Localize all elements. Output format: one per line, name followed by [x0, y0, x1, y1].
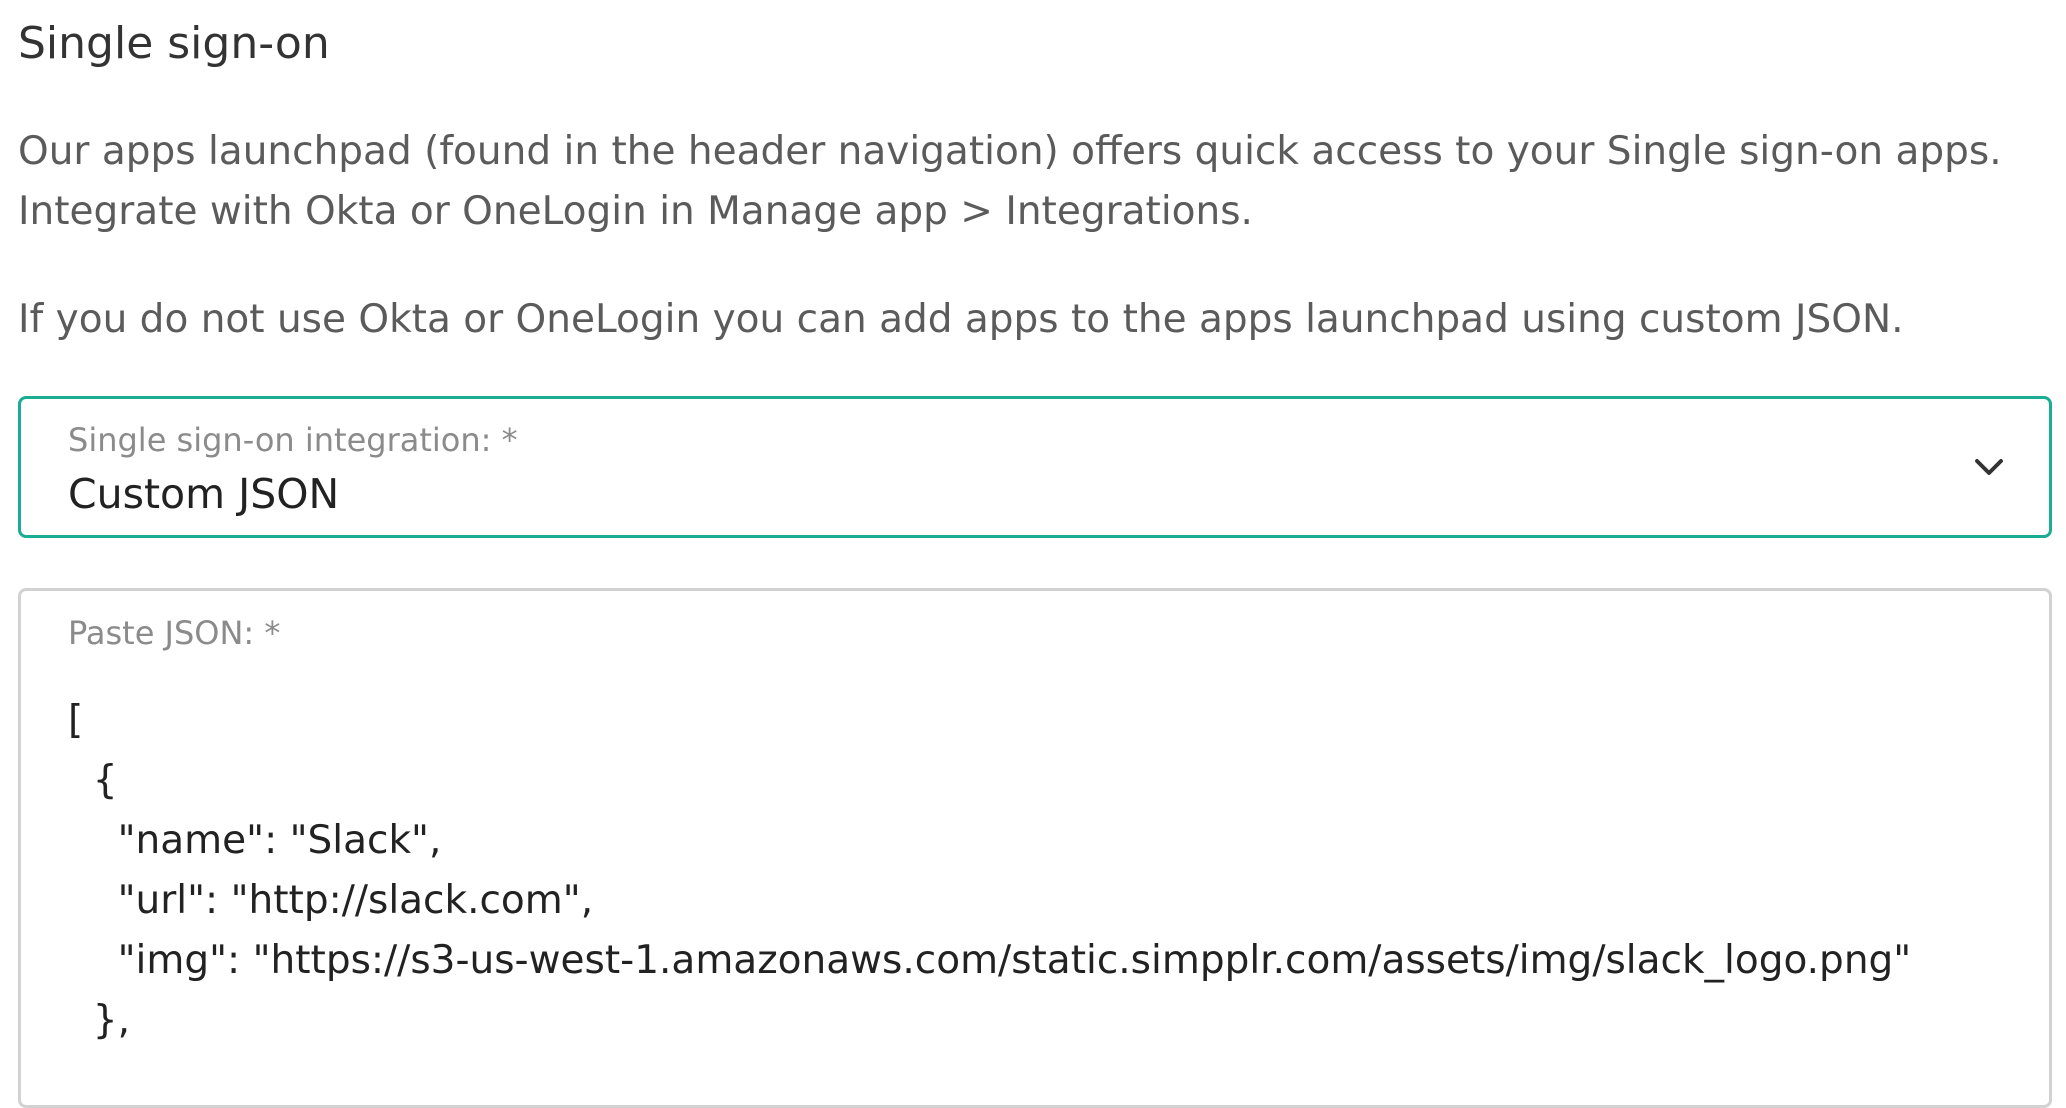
chevron-down-icon[interactable]: [1971, 449, 2007, 485]
json-line: [: [68, 698, 84, 743]
json-textarea-label: Paste JSON: *: [68, 614, 281, 652]
description-line-3: If you do not use Okta or OneLogin you c…: [18, 297, 1904, 342]
integration-select-label: Single sign-on integration: *: [68, 421, 518, 459]
section-title: Single sign-on: [18, 18, 330, 69]
description-line-1: Our apps launchpad (found in the header …: [18, 129, 2002, 174]
description-line-2: Integrate with Okta or OneLogin in Manag…: [18, 189, 1253, 234]
json-line: "name": "Slack",: [68, 818, 442, 863]
integration-select[interactable]: Single sign-on integration: * Custom JSO…: [18, 396, 2052, 538]
json-line: "url": "http://slack.com",: [68, 878, 594, 923]
json-line: {: [68, 758, 118, 803]
json-textarea-content[interactable]: [ { "name": "Slack", "url": "http://slac…: [68, 691, 1911, 1051]
integration-select-value: Custom JSON: [68, 470, 340, 518]
json-line: "img": "https://s3-us-west-1.amazonaws.c…: [68, 938, 1912, 983]
json-line: },: [68, 998, 131, 1043]
json-textarea[interactable]: Paste JSON: * [ { "name": "Slack", "url"…: [18, 588, 2052, 1108]
